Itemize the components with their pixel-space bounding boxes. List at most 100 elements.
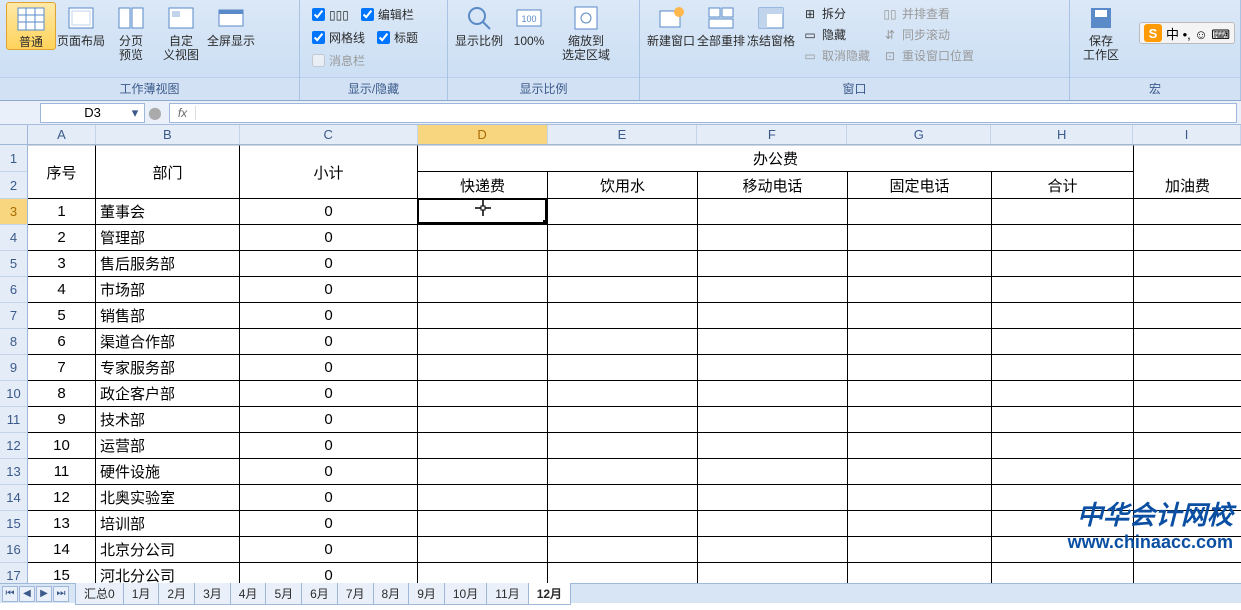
data-cell[interactable]: 8 [28, 381, 96, 407]
data-cell[interactable]: 0 [240, 459, 418, 485]
data-cell[interactable] [848, 563, 992, 583]
row-header-10[interactable]: 10 [0, 381, 27, 407]
data-cell[interactable] [1134, 199, 1241, 225]
data-cell[interactable] [848, 433, 992, 459]
sheet-tab-8月[interactable]: 8月 [373, 583, 410, 605]
freeze-panes-button[interactable]: 冻结窗格 [746, 2, 796, 48]
data-cell[interactable] [1134, 225, 1241, 251]
header-sub-5[interactable]: 移动电话 [698, 172, 848, 199]
data-cell[interactable]: 专家服务部 [96, 355, 240, 381]
data-cell[interactable] [698, 407, 848, 433]
data-cell[interactable] [698, 459, 848, 485]
unhide-button[interactable]: ▭取消隐藏 [800, 46, 872, 65]
data-cell[interactable]: 北京分公司 [96, 537, 240, 563]
data-cell[interactable] [548, 225, 698, 251]
data-cell[interactable] [848, 511, 992, 537]
data-cell[interactable] [992, 563, 1134, 583]
data-cell[interactable]: 3 [28, 251, 96, 277]
data-cell[interactable] [548, 511, 698, 537]
data-cell[interactable] [992, 485, 1134, 511]
data-cell[interactable]: 0 [240, 355, 418, 381]
check-formula-bar[interactable]: 编辑栏 [361, 6, 414, 23]
data-cell[interactable]: 市场部 [96, 277, 240, 303]
data-cell[interactable] [848, 329, 992, 355]
arrange-all-button[interactable]: 全部重排 [696, 2, 746, 48]
data-cell[interactable]: 9 [28, 407, 96, 433]
row-header-8[interactable]: 8 [0, 329, 27, 355]
data-cell[interactable] [848, 225, 992, 251]
row-header-12[interactable]: 12 [0, 433, 27, 459]
sheet-tab-7月[interactable]: 7月 [337, 583, 374, 605]
data-cell[interactable] [992, 381, 1134, 407]
col-header-B[interactable]: B [96, 125, 240, 144]
zoom-100-button[interactable]: 100 100% [504, 2, 554, 48]
data-cell[interactable]: 0 [240, 251, 418, 277]
data-cell[interactable] [548, 459, 698, 485]
data-cell[interactable]: 0 [240, 225, 418, 251]
reset-pos-button[interactable]: ⊡重设窗口位置 [880, 46, 976, 65]
row-header-6[interactable]: 6 [0, 277, 27, 303]
sheet-tab-12月[interactable]: 12月 [528, 583, 571, 605]
data-cell[interactable]: 0 [240, 303, 418, 329]
col-header-D[interactable]: D [418, 125, 548, 144]
fx-icon[interactable]: fx [170, 106, 196, 120]
ime-toolbar[interactable]: S 中 •, ☺ ⌨ [1139, 22, 1235, 44]
data-cell[interactable]: 5 [28, 303, 96, 329]
check-gridlines[interactable]: 网格线 [312, 29, 365, 46]
data-cell[interactable] [698, 303, 848, 329]
row-header-14[interactable]: 14 [0, 485, 27, 511]
data-cell[interactable]: 技术部 [96, 407, 240, 433]
row-header-11[interactable]: 11 [0, 407, 27, 433]
data-cell[interactable] [992, 225, 1134, 251]
data-cell[interactable] [1134, 511, 1241, 537]
header-sub-3[interactable]: 快递费 [418, 172, 548, 199]
data-cell[interactable] [548, 563, 698, 583]
header-sub-6[interactable]: 固定电话 [848, 172, 992, 199]
data-cell[interactable] [548, 199, 698, 225]
data-cell[interactable] [992, 407, 1134, 433]
data-cell[interactable] [418, 199, 548, 225]
row-header-7[interactable]: 7 [0, 303, 27, 329]
header-sub-7[interactable]: 合计 [992, 172, 1134, 199]
data-cell[interactable]: 10 [28, 433, 96, 459]
tab-first-button[interactable]: ⏮ [2, 586, 18, 602]
data-cell[interactable] [1134, 485, 1241, 511]
data-cell[interactable] [848, 199, 992, 225]
sheet-tab-6月[interactable]: 6月 [301, 583, 338, 605]
data-cell[interactable] [548, 537, 698, 563]
data-cell[interactable]: 运营部 [96, 433, 240, 459]
data-cell[interactable] [1134, 277, 1241, 303]
col-header-H[interactable]: H [991, 125, 1133, 144]
sheet-tab-11月[interactable]: 11月 [486, 583, 528, 605]
data-cell[interactable] [418, 433, 548, 459]
data-cell[interactable] [848, 251, 992, 277]
view-custom-button[interactable]: 自定 义视图 [156, 2, 206, 62]
data-cell[interactable]: 4 [28, 277, 96, 303]
data-cell[interactable] [418, 459, 548, 485]
row-header-16[interactable]: 16 [0, 537, 27, 563]
data-cell[interactable] [548, 329, 698, 355]
sheet-tab-3月[interactable]: 3月 [194, 583, 231, 605]
col-header-E[interactable]: E [548, 125, 698, 144]
data-cell[interactable] [418, 563, 548, 583]
data-cell[interactable]: 0 [240, 563, 418, 583]
name-box[interactable]: D3 ▾ [40, 103, 145, 123]
data-cell[interactable] [418, 329, 548, 355]
data-cell[interactable] [1134, 407, 1241, 433]
formula-input[interactable]: fx [169, 103, 1237, 123]
data-cell[interactable]: 0 [240, 485, 418, 511]
header-sub-4[interactable]: 饮用水 [548, 172, 698, 199]
data-cell[interactable] [548, 407, 698, 433]
data-cell[interactable] [548, 485, 698, 511]
data-cell[interactable] [698, 277, 848, 303]
data-cell[interactable] [698, 251, 848, 277]
data-cell[interactable] [418, 303, 548, 329]
data-cell[interactable] [992, 433, 1134, 459]
row-header-4[interactable]: 4 [0, 225, 27, 251]
data-cell[interactable] [418, 511, 548, 537]
data-cell[interactable] [418, 251, 548, 277]
data-cell[interactable] [698, 537, 848, 563]
data-cell[interactable] [418, 537, 548, 563]
sheet-tab-1月[interactable]: 1月 [123, 583, 160, 605]
save-workspace-button[interactable]: 保存 工作区 [1076, 2, 1126, 62]
